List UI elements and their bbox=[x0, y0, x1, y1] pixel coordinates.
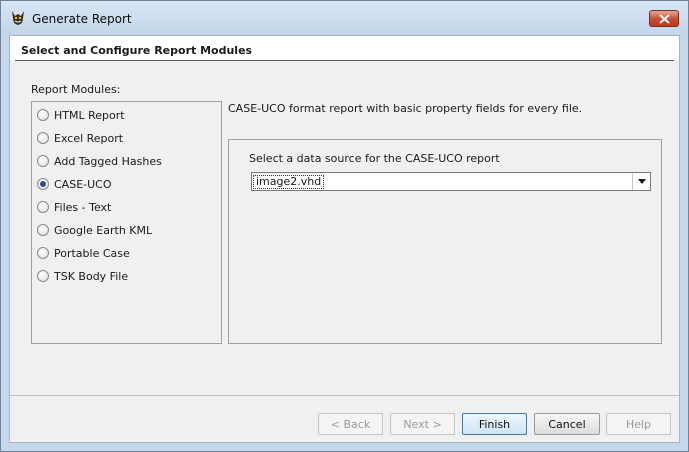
wizard-header: Select and Configure Report Modules bbox=[10, 36, 679, 60]
dropdown-arrow[interactable] bbox=[632, 173, 650, 190]
module-label: Google Earth KML bbox=[54, 223, 153, 237]
radio-button[interactable] bbox=[37, 109, 49, 121]
module-item-files-text[interactable]: Files - Text bbox=[37, 198, 111, 216]
close-button[interactable] bbox=[649, 10, 679, 27]
back-button[interactable]: < Back bbox=[318, 413, 383, 435]
datasource-dropdown[interactable]: image2.vhd bbox=[251, 172, 651, 191]
module-label: TSK Body File bbox=[54, 269, 129, 283]
title-bar[interactable]: Generate Report bbox=[1, 1, 688, 35]
next-button[interactable]: Next > bbox=[390, 413, 455, 435]
module-label: Add Tagged Hashes bbox=[54, 154, 162, 168]
report-modules-label: Report Modules: bbox=[31, 83, 121, 96]
finish-button[interactable]: Finish bbox=[462, 413, 527, 435]
app-logo-icon bbox=[9, 9, 27, 27]
module-config-panel: Select a data source for the CASE-UCO re… bbox=[228, 139, 662, 344]
close-icon bbox=[659, 14, 670, 24]
radio-button[interactable] bbox=[37, 201, 49, 213]
module-label: HTML Report bbox=[54, 108, 125, 122]
module-item-html-report[interactable]: HTML Report bbox=[37, 106, 125, 124]
header-divider bbox=[15, 60, 674, 61]
module-label: Files - Text bbox=[54, 200, 112, 214]
module-description: CASE-UCO format report with basic proper… bbox=[228, 102, 583, 115]
cancel-button[interactable]: Cancel bbox=[534, 413, 600, 435]
radio-button[interactable] bbox=[37, 247, 49, 259]
chevron-down-icon bbox=[638, 179, 646, 184]
help-button[interactable]: Help bbox=[606, 413, 671, 435]
radio-button-selected[interactable] bbox=[37, 178, 49, 190]
module-item-excel-report[interactable]: Excel Report bbox=[37, 129, 123, 147]
module-item-case-uco[interactable]: CASE-UCO bbox=[37, 175, 112, 193]
radio-button[interactable] bbox=[37, 224, 49, 236]
radio-button[interactable] bbox=[37, 155, 49, 167]
module-label: Portable Case bbox=[54, 246, 130, 260]
module-label: CASE-UCO bbox=[54, 177, 112, 191]
module-label: Excel Report bbox=[54, 131, 124, 145]
page-title: Select and Configure Report Modules bbox=[21, 44, 253, 57]
dialog-content: Select and Configure Report Modules Repo… bbox=[9, 35, 680, 443]
window-title: Generate Report bbox=[32, 12, 132, 26]
datasource-label: Select a data source for the CASE-UCO re… bbox=[249, 152, 500, 165]
footer-divider bbox=[10, 395, 679, 396]
report-modules-list: HTML Report Excel Report Add Tagged Hash… bbox=[31, 101, 222, 344]
module-item-portable-case[interactable]: Portable Case bbox=[37, 244, 130, 262]
module-item-tsk-body-file[interactable]: TSK Body File bbox=[37, 267, 128, 285]
radio-button[interactable] bbox=[37, 270, 49, 282]
generate-report-window: Generate Report Select and Configure Rep… bbox=[0, 0, 689, 452]
module-item-google-earth-kml[interactable]: Google Earth KML bbox=[37, 221, 152, 239]
radio-button[interactable] bbox=[37, 132, 49, 144]
module-item-add-tagged-hashes[interactable]: Add Tagged Hashes bbox=[37, 152, 162, 170]
datasource-selected-value: image2.vhd bbox=[253, 175, 325, 189]
